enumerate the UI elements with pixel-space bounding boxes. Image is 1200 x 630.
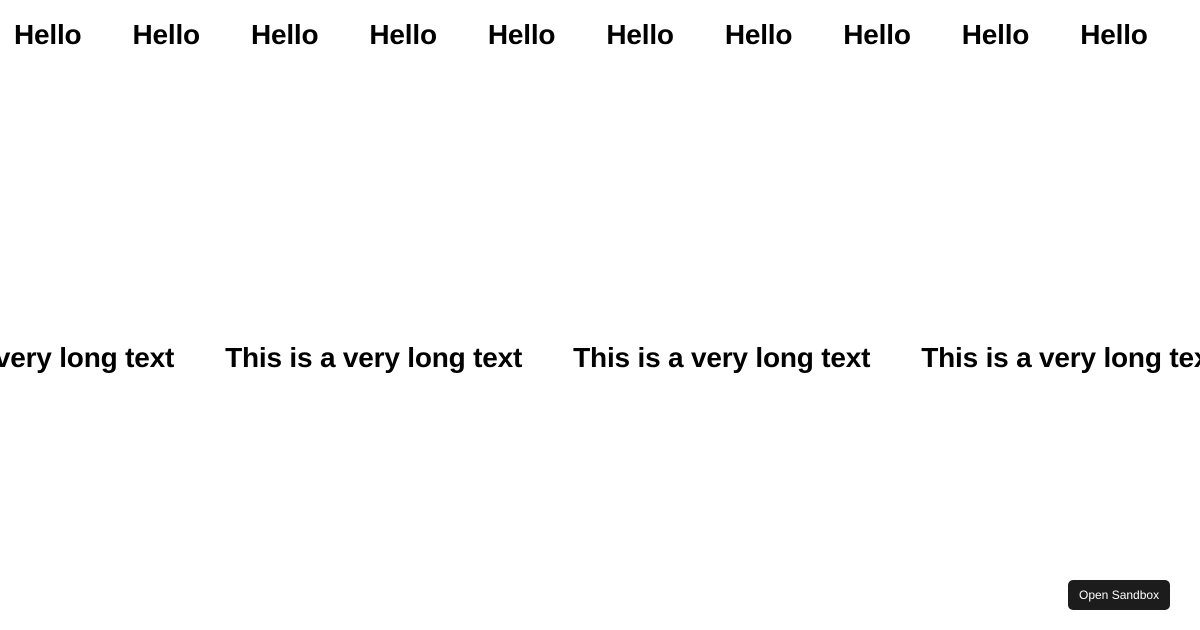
hello-item: Hello <box>250 19 319 50</box>
hello-item: Hello <box>961 19 1030 50</box>
hello-item: Hello <box>843 19 911 50</box>
hello-item: Hello <box>1080 19 1148 50</box>
hello-item: Hello <box>132 19 200 50</box>
hello-row-track: Hello Hello Hello Hello Hello Hello Hell… <box>0 12 1200 58</box>
app-root: Hello Hello Hello Hello Hello Hello Hell… <box>0 0 1200 630</box>
long-text-item: This is a very long text <box>0 342 175 373</box>
hello-item: Hello <box>487 19 556 50</box>
hello-item: Hello <box>369 19 437 50</box>
hello-scroll-row[interactable]: Hello Hello Hello Hello Hello Hello Hell… <box>0 12 1200 58</box>
hello-item: Hello <box>606 19 674 50</box>
long-text-row-track: This is a very long text This is a very … <box>0 335 1200 381</box>
hello-item: Hello <box>14 19 82 50</box>
open-sandbox-button[interactable]: Open Sandbox <box>1068 580 1171 610</box>
long-text-scroll-row[interactable]: This is a very long text This is a very … <box>0 335 1200 381</box>
long-text-item: This is a very long text <box>573 342 871 373</box>
long-text-item: This is a very long text <box>921 342 1200 373</box>
long-text-item: This is a very long text <box>225 342 523 373</box>
hello-item: Hello <box>724 19 793 50</box>
